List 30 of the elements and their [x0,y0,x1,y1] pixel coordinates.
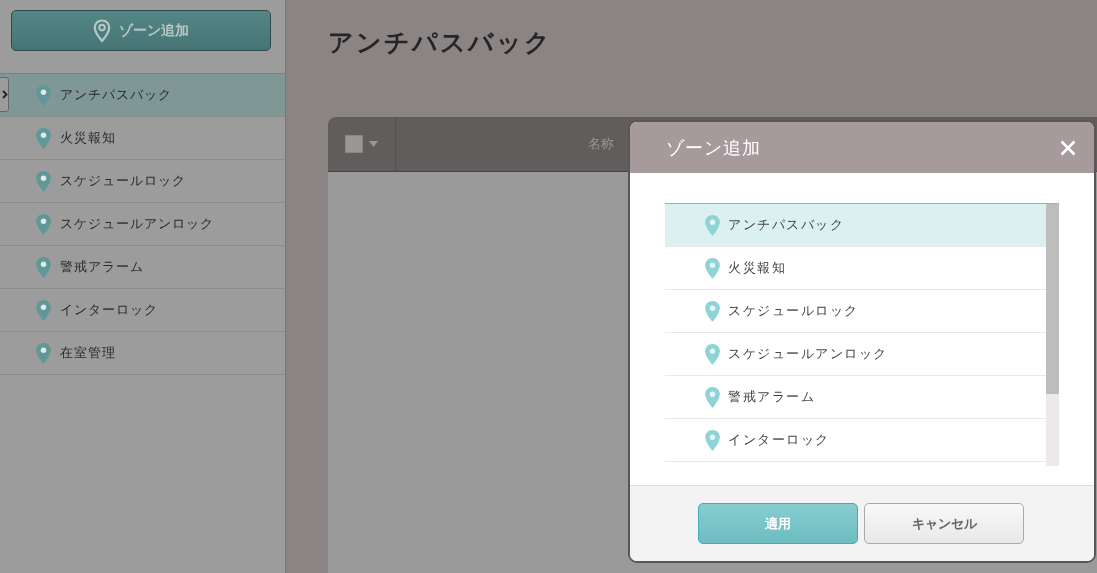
map-pin-icon [36,170,51,192]
map-pin-icon [705,386,720,408]
zone-list-item[interactable]: スケジュールロック [0,160,285,203]
dialog-title: ゾーン追加 [666,135,761,160]
map-pin-icon [705,429,720,451]
map-pin-icon [705,343,720,365]
map-pin-icon [705,257,720,279]
cancel-button[interactable]: キャンセル [864,503,1024,544]
page-title: アンチパスバック [328,27,553,59]
zone-list-item[interactable]: 在室管理 [0,332,285,375]
chevron-right-icon [2,90,8,99]
zone-list-item[interactable]: インターロック [0,289,285,332]
select-all-checkbox[interactable] [345,135,363,153]
map-pin-icon [36,84,51,106]
map-pin-icon [36,256,51,278]
zone-list-item[interactable]: スケジュールアンロック [0,203,285,246]
zone-option[interactable]: アンチパスバック [665,204,1046,247]
close-icon[interactable] [1060,139,1076,156]
zone-list-item[interactable]: 警戒アラーム [0,246,285,289]
map-pin-icon [36,127,51,149]
map-pin-icon [36,213,51,235]
map-pin-icon [93,18,111,43]
map-pin-icon [36,342,51,364]
zone-list-item[interactable]: 火災報知 [0,117,285,160]
map-pin-icon [705,300,720,322]
zone-list-item[interactable]: アンチパスバック [0,74,285,117]
caret-down-icon[interactable] [369,141,378,147]
scrollbar[interactable] [1046,204,1059,466]
map-pin-icon [36,299,51,321]
map-pin-icon [705,214,720,236]
